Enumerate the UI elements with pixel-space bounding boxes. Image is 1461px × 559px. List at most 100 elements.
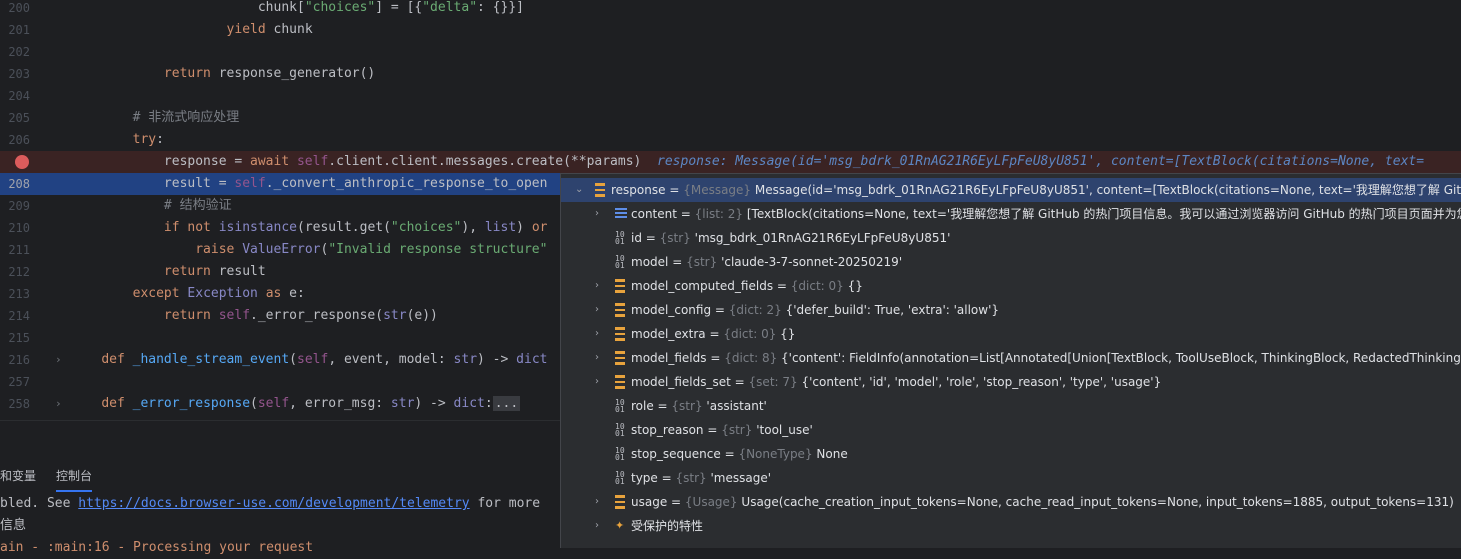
code-token: :: [156, 132, 164, 147]
line-number: 258: [8, 397, 30, 411]
expand-right-icon[interactable]: ›: [595, 298, 605, 322]
code-line[interactable]: 200 chunk["choices"] = [{"delta": {}}]: [0, 0, 1461, 19]
code-token: ),: [461, 220, 485, 235]
code-token: (result.get(: [297, 220, 391, 235]
variable-name: content: [631, 207, 677, 221]
line-number: 216: [8, 353, 30, 367]
equals-sign: =: [665, 183, 684, 197]
equals-sign: =: [641, 231, 660, 245]
expand-right-icon[interactable]: ›: [595, 370, 605, 394]
code-line[interactable]: 203 return response_generator(): [0, 63, 1461, 85]
code-token: if not: [163, 220, 211, 235]
variable-type: {str}: [721, 423, 753, 437]
variable-row[interactable]: ⌄ response = {Message} Message(id='msg_bd…: [561, 178, 1461, 202]
variable-row[interactable]: › model_fields_set = {set: 7} {'content',…: [561, 370, 1461, 394]
line-number: 208: [8, 177, 30, 191]
variable-name: usage: [631, 495, 668, 509]
variable-row[interactable]: 10 01 role = {str} 'assistant': [561, 394, 1461, 418]
variable-row[interactable]: › content = {list: 2} [TextBlock(citation…: [561, 202, 1461, 226]
variable-row[interactable]: › ✦ 受保护的特性: [561, 514, 1461, 538]
variable-row[interactable]: › model_computed_fields = {dict: 0} {}: [561, 274, 1461, 298]
variable-type: {dict: 0}: [790, 279, 844, 293]
variable-row[interactable]: › usage = {Usage} Usage(cache_creation_in…: [561, 490, 1461, 514]
equals-sign: =: [773, 279, 791, 293]
variable-row[interactable]: 10 01 type = {str} 'message': [561, 466, 1461, 490]
variable-name: model_computed_fields: [631, 279, 774, 293]
code-line[interactable]: 204: [0, 85, 1461, 107]
fold-chevron-icon[interactable]: ›: [55, 349, 62, 371]
code-token: , error_msg:: [289, 396, 391, 411]
debugger-inspect-popup[interactable]: ⌄ response = {Message} Message(id='msg_bd…: [560, 173, 1461, 548]
code-text: return response_generator(): [70, 63, 375, 85]
equals-sign: =: [705, 327, 724, 341]
equals-sign: =: [703, 423, 722, 437]
variable-text: model_computed_fields = {dict: 0} {}: [631, 274, 863, 298]
equals-sign: =: [657, 471, 676, 485]
code-token: _handle_stream_event: [132, 352, 290, 367]
fold-chevron-icon[interactable]: ›: [55, 393, 62, 415]
variable-text: model_fields = {dict: 8} {'content': Fie…: [631, 346, 1461, 370]
telemetry-link[interactable]: https://docs.browser-use.com/development…: [78, 496, 469, 511]
line-number: 206: [8, 133, 30, 147]
variable-row[interactable]: 10 01 model = {str} 'claude-3-7-sonnet-202…: [561, 250, 1461, 274]
code-token: ) ->: [414, 396, 454, 411]
equals-sign: =: [706, 351, 725, 365]
code-token: raise: [195, 242, 235, 257]
code-token: (: [289, 352, 297, 367]
primitive-value-icon: 10 01: [615, 398, 625, 414]
code-token: chunk: [265, 22, 313, 37]
code-line[interactable]: 206 try:: [0, 129, 1461, 151]
code-line[interactable]: 201 yield chunk: [0, 19, 1461, 41]
code-token: ] = [{: [375, 0, 423, 15]
expand-down-icon[interactable]: ⌄: [575, 178, 585, 202]
code-token: self: [234, 176, 266, 191]
code-text: except Exception as e:: [70, 283, 305, 305]
expand-right-icon[interactable]: ›: [595, 346, 605, 370]
code-text: chunk["choices"] = [{"delta": {}}]: [70, 0, 524, 19]
code-text: # 结构验证: [70, 195, 232, 217]
tab-variables[interactable]: 和变量: [0, 467, 36, 484]
code-line[interactable]: 202: [0, 41, 1461, 63]
list-icon: [615, 208, 627, 222]
equals-sign: =: [676, 207, 695, 221]
variable-name: type: [631, 471, 658, 485]
variable-value: 'message': [710, 471, 772, 485]
breakpoint-icon[interactable]: [15, 155, 29, 169]
code-token: ._convert_anthropic_response_to_open: [265, 176, 548, 191]
expand-right-icon[interactable]: ›: [595, 322, 605, 346]
variable-name: model: [631, 255, 669, 269]
equals-sign: =: [711, 303, 729, 317]
object-icon: [615, 327, 625, 341]
expand-right-icon[interactable]: ›: [595, 514, 605, 538]
code-token: chunk[: [70, 0, 305, 15]
variable-text: id = {str} 'msg_bdrk_01RnAG21R6EyLFpFeU8…: [631, 226, 950, 250]
code-token: list: [484, 220, 517, 235]
variable-name: model_config: [631, 303, 712, 317]
equals-sign: =: [730, 375, 749, 389]
variable-row[interactable]: › model_fields = {dict: 8} {'content': Fi…: [561, 346, 1461, 370]
variable-row[interactable]: › model_config = {dict: 2} {'defer_build'…: [561, 298, 1461, 322]
variable-value: 'msg_bdrk_01RnAG21R6EyLFpFeU8yU851': [694, 231, 951, 245]
code-line[interactable]: response = await self.client.client.mess…: [0, 151, 1461, 173]
expand-right-icon[interactable]: ›: [595, 274, 605, 298]
object-icon: [595, 183, 605, 197]
variable-row[interactable]: › model_extra = {dict: 0} {}: [561, 322, 1461, 346]
code-token: str: [453, 352, 478, 367]
code-token: ) ->: [477, 352, 517, 367]
expand-right-icon[interactable]: ›: [595, 202, 605, 226]
expand-right-icon[interactable]: ›: [595, 490, 605, 514]
tab-console[interactable]: 控制台: [56, 467, 93, 492]
code-token: return: [163, 264, 211, 279]
variable-type: {str}: [675, 471, 707, 485]
variable-row[interactable]: 10 01 id = {str} 'msg_bdrk_01RnAG21R6EyLFp…: [561, 226, 1461, 250]
variable-row[interactable]: 10 01 stop_reason = {str} 'tool_use': [561, 418, 1461, 442]
code-text: response = await self.client.client.mess…: [70, 151, 1424, 173]
code-text: return self._error_response(str(e)): [70, 305, 438, 327]
code-token: response =: [70, 154, 251, 169]
variable-type: {dict: 2}: [728, 303, 782, 317]
variable-row[interactable]: 10 01 stop_sequence = {NoneType} None: [561, 442, 1461, 466]
code-line[interactable]: 205 # 非流式响应处理: [0, 107, 1461, 129]
